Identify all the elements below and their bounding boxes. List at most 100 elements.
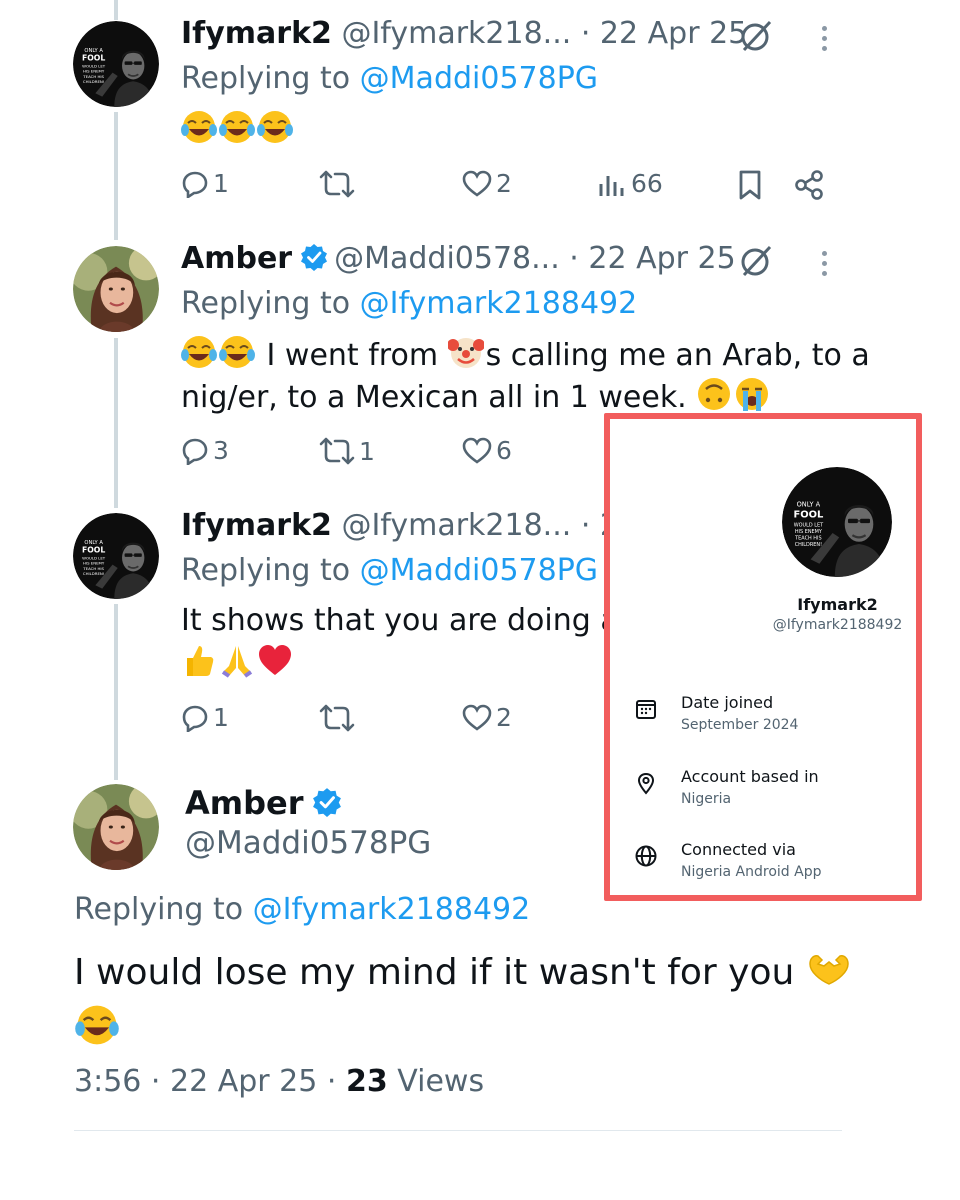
grok-icon[interactable] xyxy=(738,18,774,54)
divider xyxy=(74,1130,842,1131)
avatar-text: CHILDREN! xyxy=(83,79,104,84)
like-count: 6 xyxy=(496,436,512,465)
avatar-text: HIS ENEMY xyxy=(795,529,823,535)
thread-line xyxy=(114,338,118,508)
avatar[interactable]: ONLY A FOOL WOULD LET HIS ENEMY TEACH HI… xyxy=(73,513,159,599)
views-label: Views xyxy=(397,1064,485,1099)
tweet-time[interactable]: 3:56 xyxy=(74,1064,141,1099)
row-value: Nigeria Android App xyxy=(681,864,822,880)
connected-via-row: Connected via Nigeria Android App xyxy=(634,840,914,890)
repost-icon xyxy=(319,170,355,198)
bookmark-icon[interactable] xyxy=(736,169,764,201)
reply-button[interactable]: 3 xyxy=(181,436,229,465)
reply-icon xyxy=(182,438,208,465)
row-value: September 2024 xyxy=(681,717,799,733)
date-joined-row: Date joined September 2024 xyxy=(634,693,914,743)
globe-icon xyxy=(635,845,657,867)
avatar-text: WOULD LET xyxy=(82,63,106,68)
views-count: 23 xyxy=(345,1064,388,1099)
user-handle[interactable]: @Ifymark218... xyxy=(341,16,571,51)
view-count: 66 xyxy=(631,169,663,198)
reply-button[interactable]: 1 xyxy=(181,169,229,198)
replying-to-label: Replying to xyxy=(74,892,253,927)
location-pin-icon xyxy=(637,772,655,795)
separator-dot: · xyxy=(580,508,591,543)
tweet-text-part: s calling me an Arab, to a xyxy=(485,338,870,373)
replying-to: Replying to @Ifymark2188492 xyxy=(181,286,637,321)
repost-count: 1 xyxy=(359,436,375,466)
reply-count: 3 xyxy=(213,436,229,465)
tweet-text-part: nig/er, to a Mexican all in 1 week. xyxy=(181,380,697,415)
avatar[interactable]: ONLY A FOOL WOULD LET HIS ENEMY TEACH HI… xyxy=(73,21,159,107)
tweet-date[interactable]: 22 Apr 25 xyxy=(170,1064,317,1099)
reply-button[interactable]: 1 xyxy=(181,703,229,732)
tweet-text-part: I would lose my mind if it wasn't for yo… xyxy=(74,952,806,993)
separator-dot: · xyxy=(580,16,591,51)
avatar[interactable] xyxy=(73,246,159,332)
tears-of-joy-emoji xyxy=(73,1002,121,1060)
heart-icon xyxy=(462,437,492,464)
more-options-icon[interactable] xyxy=(818,26,830,56)
like-button[interactable]: 2 xyxy=(462,169,512,198)
replying-to-handle[interactable]: @Maddi0578PG xyxy=(360,61,598,96)
thread-line xyxy=(114,0,118,20)
tweet-date[interactable]: 22 Apr 25 xyxy=(588,241,735,276)
tweet-text-part: It shows that you are doing ar xyxy=(181,603,632,638)
share-icon[interactable] xyxy=(793,169,825,201)
like-button[interactable]: 2 xyxy=(462,703,512,732)
tweet-text xyxy=(181,108,295,158)
like-button[interactable]: 6 xyxy=(462,436,512,465)
replying-to: Replying to @Maddi0578PG xyxy=(181,61,598,96)
tweet-text-part: I went from xyxy=(257,338,448,373)
views-button[interactable]: 66 xyxy=(597,169,663,198)
more-options-icon[interactable] xyxy=(818,251,830,281)
avatar-text: HIS ENEMY xyxy=(83,561,105,566)
avatar-text: CHILDREN! xyxy=(83,571,104,576)
display-name[interactable]: Amber xyxy=(185,784,348,822)
repost-button[interactable] xyxy=(319,703,359,733)
replying-to: Replying to @Maddi0578PG xyxy=(181,553,598,588)
replying-to-label: Replying to xyxy=(181,61,360,96)
repost-button[interactable] xyxy=(319,169,359,199)
row-label: Date joined xyxy=(681,693,774,712)
thread-line xyxy=(114,112,118,240)
tweet-header: Ifymark2 @Ifymark218... · 22 xyxy=(181,508,638,543)
display-name[interactable]: Amber xyxy=(181,241,292,276)
reply-icon xyxy=(182,705,208,732)
replying-to-handle[interactable]: @Ifymark2188492 xyxy=(360,286,638,321)
heart-icon xyxy=(462,704,492,731)
avatar-text: FOOL xyxy=(82,546,105,555)
repost-button[interactable]: 1 xyxy=(319,436,375,466)
thread-line xyxy=(114,604,118,780)
replying-to-handle[interactable]: @Maddi0578PG xyxy=(360,553,598,588)
user-handle[interactable]: @Maddi0578PG xyxy=(185,825,431,861)
calendar-icon xyxy=(636,700,656,719)
heart-icon xyxy=(462,170,492,197)
avatar-text: WOULD LET xyxy=(794,522,824,528)
separator-dot: · xyxy=(150,1064,161,1099)
tears-of-joy-emoji xyxy=(181,108,294,158)
tweet-date[interactable]: 22 Apr 25 xyxy=(600,16,747,51)
row-label: Connected via xyxy=(681,840,796,859)
avatar-text: WOULD LET xyxy=(82,555,106,560)
heart-hands-emoji xyxy=(806,950,852,1002)
tweet-text xyxy=(181,642,295,692)
display-name[interactable]: Ifymark2 xyxy=(181,16,332,51)
grok-icon[interactable] xyxy=(738,243,774,279)
display-name[interactable]: Ifymark2 xyxy=(181,508,332,543)
repost-icon xyxy=(319,437,355,465)
replying-to-handle[interactable]: @Ifymark2188492 xyxy=(253,892,531,927)
user-handle[interactable]: @Ifymark218... xyxy=(341,508,571,543)
repost-icon xyxy=(319,704,355,732)
popup-avatar: ONLY A FOOL WOULD LET HIS ENEMY TEACH HI… xyxy=(782,467,892,577)
row-label: Account based in xyxy=(681,767,819,786)
avatar[interactable] xyxy=(73,784,159,870)
user-handle[interactable]: @Maddi0578... xyxy=(334,241,560,276)
verified-badge-icon xyxy=(312,788,341,817)
replying-to-label: Replying to xyxy=(181,553,360,588)
tweet-header: Ifymark2 @Ifymark218... · 22 Apr 25 xyxy=(181,16,747,51)
like-count: 2 xyxy=(496,703,512,732)
thumbs-up-emoji xyxy=(181,642,217,692)
verified-badge-icon xyxy=(301,244,328,271)
tweet-meta: 3:56 · 22 Apr 25 · 23 Views xyxy=(74,1064,484,1099)
